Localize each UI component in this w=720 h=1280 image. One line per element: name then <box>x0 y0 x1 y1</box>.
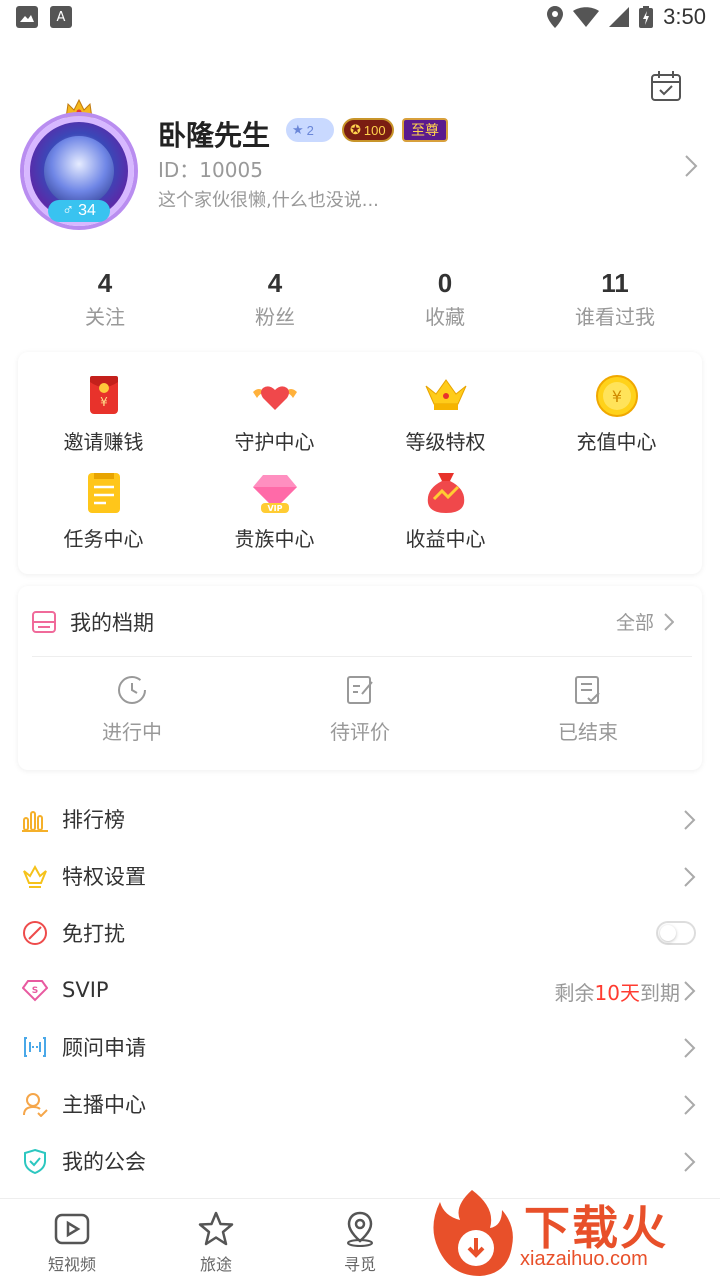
profile-stats: 4 关注 4 粉丝 0 收藏 11 谁看过我 <box>20 268 700 330</box>
menu-do-not-disturb[interactable]: 免打扰 <box>0 904 720 961</box>
svip-diamond-icon: S <box>22 979 48 1001</box>
feature-task[interactable]: 任务中心 <box>18 469 189 552</box>
chevron-right-icon <box>684 867 696 887</box>
feature-invite[interactable]: ¥ 邀请赚钱 <box>18 372 189 455</box>
crown-icon <box>425 379 466 410</box>
stat-fans[interactable]: 4 粉丝 <box>190 268 360 330</box>
svg-text:VIP: VIP <box>267 504 282 513</box>
level-badge: ✪ 100 <box>342 118 394 142</box>
battery-icon <box>639 6 654 28</box>
red-envelope-icon: ¥ <box>89 376 118 414</box>
menu-privilege-settings[interactable]: 特权设置 <box>0 847 720 904</box>
feature-noble[interactable]: VIP 贵族中心 <box>189 469 360 552</box>
anchor-user-icon <box>23 1092 48 1117</box>
winged-heart-icon <box>252 386 297 410</box>
schedule-icon <box>32 611 56 633</box>
location-icon <box>347 1211 373 1247</box>
schedule-title: 我的档期 <box>70 611 154 635</box>
schedule-card: 我的档期 全部 进行中 待评价 已结束 <box>18 586 702 770</box>
chevron-right-icon <box>684 810 696 830</box>
edit-note-icon <box>347 676 373 704</box>
stat-following[interactable]: 4 关注 <box>20 268 190 330</box>
menu-anchor-center[interactable]: 主播中心 <box>0 1075 720 1132</box>
feature-grid-card: ¥ 邀请赚钱 守护中心 等级特权 ¥ 充值中心 任务中心 VIP 贵族中心 收益… <box>18 352 702 574</box>
menu-my-guild[interactable]: 我的公会 <box>0 1132 720 1189</box>
watermark-url: xiazaihuo.com <box>520 1248 648 1270</box>
avatar[interactable]: ♂ 34 <box>14 96 144 236</box>
toggle-knob <box>660 925 676 941</box>
schedule-header[interactable]: 我的档期 全部 <box>32 606 688 638</box>
male-icon: ♂ <box>62 202 75 219</box>
settings-menu: 排行榜 特权设置 免打扰 S SVIP 剩余10天到期 顾问申请 主播中心 我的… <box>0 790 720 1189</box>
do-not-disturb-toggle[interactable] <box>656 921 696 945</box>
chevron-right-icon <box>684 1095 696 1115</box>
chevron-right-icon <box>684 1038 696 1058</box>
star-icon: ★ <box>292 122 304 137</box>
nav-discover[interactable]: 寻觅 <box>305 1211 415 1275</box>
status-bar: A 3:50 <box>0 0 720 36</box>
feature-level[interactable]: 等级特权 <box>360 372 531 455</box>
menu-svip[interactable]: S SVIP 剩余10天到期 <box>0 961 720 1018</box>
chevron-right-icon <box>664 612 674 631</box>
do-not-disturb-icon <box>23 920 47 945</box>
watermark: 下载火 xiazaihuo.com <box>424 1186 720 1280</box>
chevron-right-icon <box>684 981 696 1001</box>
svg-text:S: S <box>32 986 38 996</box>
calendar-check-icon[interactable] <box>650 70 682 102</box>
menu-consultant-apply[interactable]: 顾问申请 <box>0 1018 720 1075</box>
vip-badge: 至尊 <box>402 118 448 142</box>
done-note-icon <box>575 676 600 704</box>
money-bag-icon <box>427 473 464 513</box>
feature-guard[interactable]: 守护中心 <box>189 372 360 455</box>
schedule-all-link[interactable]: 全部 <box>616 608 674 635</box>
task-list-icon <box>87 473 120 513</box>
user-name: 卧隆先生 <box>158 119 271 152</box>
schedule-finished[interactable]: 已结束 <box>474 674 702 745</box>
star-level-badge: ★ 2 <box>286 118 334 142</box>
user-id: ID：10005 <box>158 158 263 182</box>
signal-icon <box>609 7 630 27</box>
flame-logo-icon <box>433 1190 513 1276</box>
schedule-ongoing[interactable]: 进行中 <box>18 674 246 745</box>
text-notification-icon: A <box>50 6 72 28</box>
guild-shield-icon <box>24 1148 46 1174</box>
chevron-right-icon <box>684 1152 696 1172</box>
feature-income[interactable]: 收益中心 <box>360 469 531 552</box>
clock-time: 3:50 <box>663 4 706 29</box>
gender-age-badge: ♂ 34 <box>48 200 110 222</box>
vip-diamond-icon: VIP <box>252 475 297 513</box>
ranking-icon <box>22 810 48 832</box>
nav-journey[interactable]: 旅途 <box>161 1211 271 1275</box>
menu-ranking[interactable]: 排行榜 <box>0 790 720 847</box>
clock-icon <box>118 676 146 704</box>
nav-short-video[interactable]: 短视频 <box>17 1211 127 1275</box>
medal-icon: ✪ <box>350 122 361 137</box>
svip-expiry: 剩余10天到期 <box>554 981 680 1005</box>
user-bio: 这个家伙很懒,什么也没说... <box>158 190 379 211</box>
coin-icon: ¥ <box>595 375 638 417</box>
location-status-icon <box>547 6 564 28</box>
wifi-icon <box>573 7 600 27</box>
user-badges: ★ 2 ✪ 100 至尊 <box>286 118 448 142</box>
chevron-right-icon[interactable] <box>684 154 698 178</box>
star-icon <box>198 1211 234 1246</box>
crown-outline-icon <box>23 864 47 888</box>
schedule-pending-review[interactable]: 待评价 <box>246 674 474 745</box>
consultant-icon <box>24 1036 46 1057</box>
video-icon <box>54 1213 90 1245</box>
avatar-image <box>44 136 114 206</box>
svg-text:¥: ¥ <box>611 387 621 406</box>
svg-text:¥: ¥ <box>100 395 108 409</box>
feature-recharge[interactable]: ¥ 充值中心 <box>531 372 702 455</box>
divider <box>32 656 692 657</box>
stat-visitors[interactable]: 11 谁看过我 <box>530 268 700 330</box>
image-notification-icon <box>16 6 38 28</box>
stat-favorites[interactable]: 0 收藏 <box>360 268 530 330</box>
